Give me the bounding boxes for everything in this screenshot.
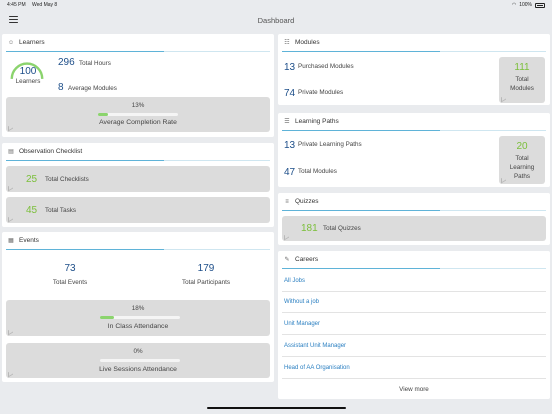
expand-icon [8, 327, 13, 336]
total-learning-paths-box[interactable]: 20 Total Learning Paths [499, 136, 545, 184]
expand-icon [8, 369, 13, 378]
total-tasks-label: Total Tasks [45, 207, 77, 214]
total-hours-value: 296 [58, 57, 75, 68]
expand-icon [501, 94, 506, 103]
total-learning-paths-label: Total Learning Paths [509, 155, 535, 180]
career-link-assistant-unit-manager[interactable]: Assistant Unit Manager [284, 343, 346, 349]
learning-paths-card: ☰ Learning Paths 13 Private Learning Pat… [278, 113, 550, 187]
expand-icon [8, 183, 13, 192]
modules-icon: ☷ [284, 40, 290, 46]
private-modules-value: 74 [284, 88, 296, 99]
learning-paths-modules-label: Total Modules [298, 168, 337, 175]
completion-rate-bar [98, 113, 178, 116]
total-participants-value: 179 [197, 263, 215, 274]
total-quizzes-label: Total Quizzes [323, 225, 361, 232]
observation-title: Observation Checklist [19, 148, 83, 155]
in-class-attendance-box[interactable]: 18% In Class Attendance [6, 300, 270, 336]
expand-icon [501, 175, 506, 184]
total-quizzes-value: 181 [301, 223, 318, 234]
completion-rate-value: 13% [131, 102, 145, 109]
live-sessions-bar [100, 359, 180, 362]
total-participants-label: Total Participants [182, 279, 230, 286]
battery-percent: 100% [519, 2, 532, 8]
in-class-attendance-bar [100, 316, 180, 319]
modules-title: Modules [295, 39, 320, 46]
total-learning-paths-value: 20 [516, 141, 528, 152]
hamburger-menu-icon[interactable] [9, 16, 18, 23]
live-sessions-label: Live Sessions Attendance [99, 366, 177, 373]
learning-paths-title: Learning Paths [295, 118, 339, 125]
purchased-modules-label: Purchased Modules [298, 63, 354, 70]
career-link-all-jobs[interactable]: All Jobs [284, 278, 305, 284]
battery-icon [535, 2, 545, 8]
total-checklists-value: 25 [26, 174, 38, 185]
view-more-button[interactable]: View more [278, 386, 550, 393]
completion-rate-label: Average Completion Rate [99, 119, 177, 126]
calendar-icon: ▦ [8, 238, 14, 244]
total-tasks-value: 45 [26, 205, 38, 216]
live-sessions-value: 0% [133, 348, 143, 355]
private-learning-paths-label: Private Learning Paths [298, 141, 362, 148]
average-modules-label: Average Modules [68, 85, 117, 92]
purchased-modules-value: 13 [284, 62, 296, 73]
private-learning-paths-value: 13 [284, 140, 296, 151]
quizzes-title: Quizzes [295, 198, 319, 205]
live-sessions-box[interactable]: 0% Live Sessions Attendance [6, 343, 270, 378]
quiz-icon: ≡ [285, 198, 289, 205]
in-class-attendance-value: 18% [131, 305, 145, 312]
expand-icon [8, 123, 13, 132]
page-title: Dashboard [257, 15, 295, 25]
total-tasks-box[interactable]: 45 Total Tasks [6, 197, 270, 223]
total-modules-label: Total Modules [510, 76, 534, 92]
total-quizzes-box[interactable]: 181 Total Quizzes [282, 216, 546, 241]
home-indicator[interactable] [207, 407, 346, 409]
events-title: Events [19, 237, 39, 244]
career-link-without-job[interactable]: Without a job [284, 299, 319, 305]
completion-rate-box[interactable]: 13% Average Completion Rate [6, 97, 270, 132]
modules-card: ☷ Modules 13 Purchased Modules 74 Privat… [278, 34, 550, 105]
careers-icon: ✎ [284, 257, 290, 263]
quizzes-card: ≡ Quizzes 181 Total Quizzes [278, 193, 550, 245]
person-icon: ☺ [8, 39, 15, 46]
total-modules-box[interactable]: 111 Total Modules [499, 57, 545, 103]
careers-title: Careers [295, 256, 319, 263]
learning-paths-icon: ☰ [284, 119, 290, 125]
learners-count: 100 [19, 66, 37, 77]
total-events-label: Total Events [52, 279, 88, 286]
nav-bar: Dashboard [0, 10, 552, 30]
in-class-attendance-label: In Class Attendance [107, 323, 169, 330]
expand-icon [8, 214, 13, 223]
private-modules-label: Private Modules [298, 89, 344, 96]
status-date: Wed May 8 [32, 2, 58, 8]
total-checklists-label: Total Checklists [45, 176, 89, 183]
status-bar: 4:45 PM Wed May 8 ◠ 100% [0, 0, 552, 10]
learners-card: ☺ Learners 100 Learners 296 Total Hours … [2, 34, 274, 137]
events-card: ▦ Events 73 Total Events 179 Total Parti… [2, 232, 274, 382]
total-checklists-box[interactable]: 25 Total Checklists [6, 166, 270, 192]
careers-card: ✎ Careers All Jobs Without a job Unit Ma… [278, 251, 550, 399]
checklist-icon: ▤ [8, 149, 14, 155]
total-events-value: 73 [64, 263, 76, 274]
learners-count-label: Learners [15, 78, 41, 85]
learners-title: Learners [19, 39, 45, 46]
total-hours-label: Total Hours [79, 60, 111, 67]
career-link-unit-manager[interactable]: Unit Manager [284, 321, 320, 327]
average-modules-value: 8 [58, 82, 64, 93]
total-modules-value: 111 [514, 62, 530, 73]
observation-card: ▤ Observation Checklist 25 Total Checkli… [2, 143, 274, 227]
expand-icon [284, 232, 289, 241]
career-link-head-of-aa[interactable]: Head of AA Organisation [284, 365, 350, 371]
wifi-icon: ◠ [511, 2, 517, 8]
learning-paths-modules-value: 47 [284, 167, 296, 178]
status-time: 4:45 PM [7, 2, 26, 8]
